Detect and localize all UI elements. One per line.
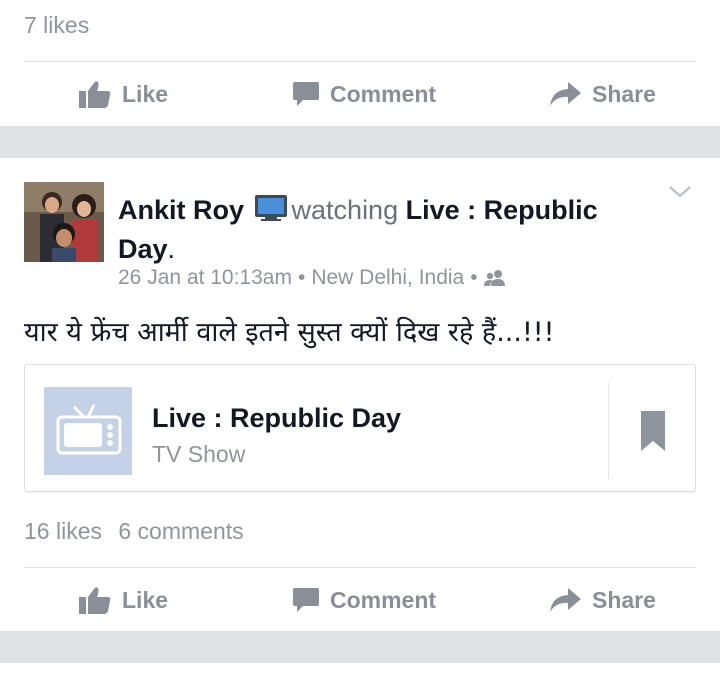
- post-body-text: यार ये फ्रेंच आर्मी वाले इतने सुस्त क्यो…: [24, 317, 555, 348]
- attachment-thumbnail: [44, 387, 132, 475]
- comment-label: Comment: [330, 80, 437, 107]
- comments-count[interactable]: 6 comments: [118, 518, 243, 544]
- post-meta: 26 Jan at 10:13am • New Delhi, India •: [118, 266, 506, 290]
- likes-count[interactable]: 16 likes: [24, 518, 102, 544]
- post-card: Ankit Roy watching Live : Republic Day. …: [0, 158, 720, 631]
- attachment-subtitle: TV Show: [152, 441, 246, 467]
- comment-bubble-icon: [293, 82, 319, 106]
- save-bookmark-button[interactable]: [641, 411, 665, 456]
- engagement-counts: 16 likes 6 comments: [24, 518, 244, 545]
- next-post-card-edge: [0, 663, 720, 673]
- comment-button[interactable]: Comment: [292, 568, 436, 632]
- meta-separator: •: [470, 266, 478, 289]
- likes-count[interactable]: 7 likes: [24, 12, 89, 39]
- share-arrow-icon: [550, 588, 581, 612]
- action-bar: Like Comment Share: [0, 568, 720, 632]
- like-button[interactable]: Like: [78, 62, 168, 126]
- share-label: Share: [592, 80, 656, 107]
- avatar-photo: [24, 182, 104, 262]
- activity-verb: watching: [291, 195, 399, 225]
- like-button[interactable]: Like: [78, 568, 168, 632]
- chevron-down-icon: [669, 186, 691, 198]
- author-name[interactable]: Ankit Roy: [118, 195, 244, 225]
- attachment-card[interactable]: Live : Republic Day TV Show: [24, 364, 696, 492]
- comment-button[interactable]: Comment: [292, 62, 436, 126]
- comment-bubble-icon: [293, 588, 319, 612]
- bookmark-icon: [641, 411, 665, 451]
- like-thumb-icon: [79, 81, 111, 108]
- avatar[interactable]: [24, 182, 104, 262]
- meta-separator: •: [297, 266, 306, 289]
- share-button[interactable]: Share: [548, 568, 656, 632]
- attachment-title: Live : Republic Day: [152, 403, 402, 433]
- share-button[interactable]: Share: [548, 62, 656, 126]
- share-label: Share: [592, 586, 656, 613]
- like-label: Like: [122, 586, 169, 613]
- post-location[interactable]: New Delhi, India: [311, 266, 464, 290]
- previous-post-card: 7 likes Like Comment Share: [0, 0, 720, 126]
- tv-icon: [56, 404, 122, 455]
- post-timestamp[interactable]: 26 Jan at 10:13am: [118, 266, 292, 290]
- friends-icon: [483, 270, 505, 286]
- comment-label: Comment: [330, 586, 437, 613]
- post-header: Ankit Roy watching Live : Republic Day.: [118, 192, 638, 267]
- like-thumb-icon: [79, 587, 111, 614]
- action-bar: Like Comment Share: [0, 62, 720, 126]
- share-arrow-icon: [550, 82, 581, 106]
- header-period: .: [167, 234, 176, 264]
- tv-emoji-icon: [254, 194, 288, 231]
- like-label: Like: [122, 80, 169, 107]
- attachment-divider: [608, 383, 609, 479]
- post-options-button[interactable]: [668, 184, 692, 205]
